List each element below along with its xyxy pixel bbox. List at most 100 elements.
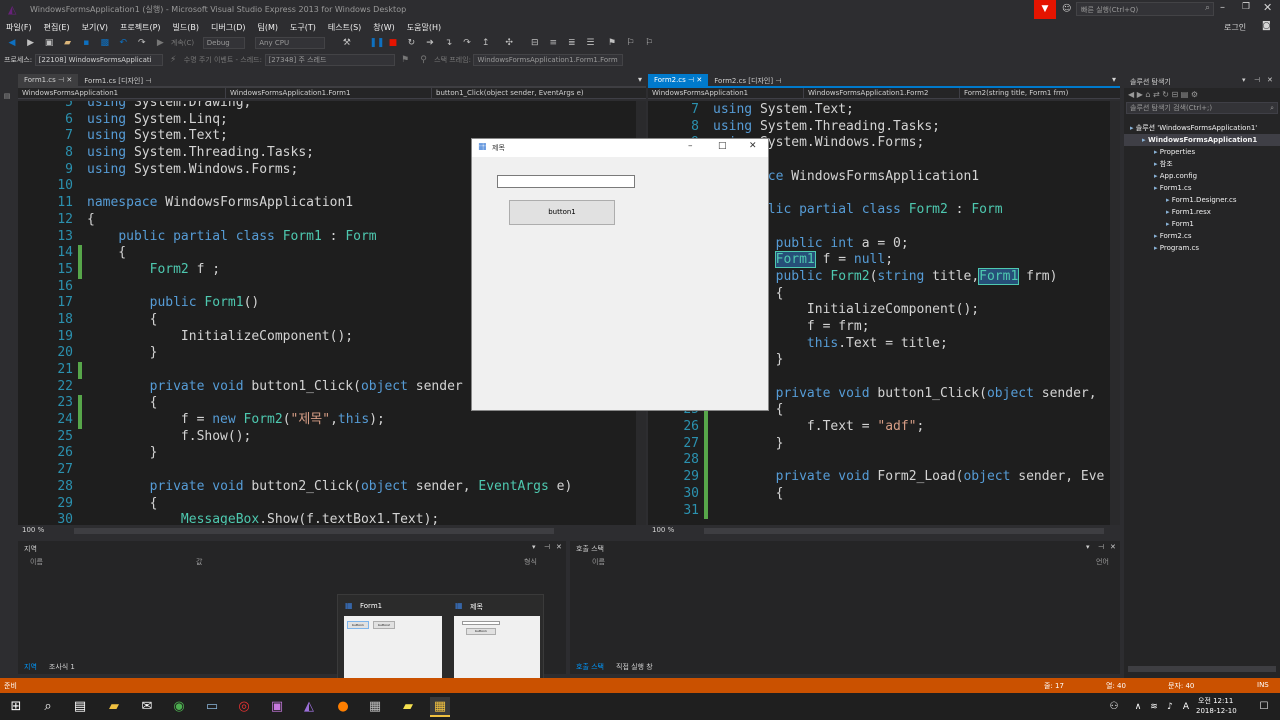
horizontal-scrollbar[interactable] xyxy=(74,528,554,534)
menu-help[interactable]: 도움말(H) xyxy=(401,19,447,36)
member-nav-select[interactable]: Form2(string title, Form1 frm) xyxy=(960,88,1110,98)
solution-search-input[interactable]: 솔루션 탐색기 검색(Ctrl+;) ⌕ xyxy=(1126,102,1278,114)
windows-start-icon[interactable]: ⊞ xyxy=(6,697,26,717)
back-icon[interactable]: ◀ xyxy=(1128,90,1134,99)
open-icon[interactable]: ▰ xyxy=(63,38,73,48)
search-icon[interactable]: ⌕ xyxy=(38,697,58,717)
thread-select[interactable]: [27348] 주 스레드 xyxy=(264,54,395,66)
stack-frame-select[interactable]: WindowsFormsApplication1.Form1.Form xyxy=(473,54,624,66)
show-next-statement-icon[interactable]: ➔ xyxy=(425,38,435,48)
col-language[interactable]: 언어 xyxy=(1090,555,1115,569)
toolbox-strip[interactable]: ▤ xyxy=(0,88,16,128)
pane-menu-icon[interactable]: ▾ xyxy=(1086,543,1090,551)
solution-tree-item[interactable]: ▸ Program.cs xyxy=(1124,242,1280,254)
threads-icon[interactable]: ⊟ xyxy=(530,38,540,48)
feedback-icon[interactable]: ☺ xyxy=(1062,4,1071,14)
sticky-notes-icon[interactable]: ▰ xyxy=(398,697,418,717)
solution-tree-item[interactable]: ▸ Form1.cs xyxy=(1124,182,1280,194)
member-nav-select[interactable]: button1_Click(object sender, EventArgs e… xyxy=(432,88,632,98)
collapse-icon[interactable]: ⊟ xyxy=(1172,90,1179,99)
attach-icon[interactable]: ⚒ xyxy=(342,38,352,48)
hex-icon[interactable]: ✣ xyxy=(504,38,514,48)
menu-window[interactable]: 창(W) xyxy=(367,19,401,36)
comment-icon[interactable]: ≣ xyxy=(567,38,577,48)
prev-bookmark-icon[interactable]: ⚐ xyxy=(625,38,635,48)
tab-immediate[interactable]: 직접 실행 창 xyxy=(610,660,659,674)
form-textbox[interactable] xyxy=(497,175,635,188)
record-app-icon[interactable]: ◎ xyxy=(234,697,254,717)
orange-app-icon[interactable]: ● xyxy=(333,697,353,717)
col-name[interactable]: 이름 xyxy=(586,555,611,569)
tab-overflow-icon[interactable]: ▾ xyxy=(638,75,642,84)
solution-tree-item[interactable]: ▸ App.config xyxy=(1124,170,1280,182)
project-nav-select[interactable]: WindowsFormsApplication1 xyxy=(648,88,804,98)
tab-form2-cs[interactable]: Form2.cs ⊣ ✕ xyxy=(648,74,709,88)
close-icon[interactable]: ✕ xyxy=(556,543,562,551)
zoom-level[interactable]: 100 % xyxy=(652,526,674,534)
close-icon[interactable]: ✕ xyxy=(696,76,702,84)
vertical-scrollbar[interactable] xyxy=(1110,101,1120,525)
continue-icon[interactable]: ▶ xyxy=(155,38,165,48)
pin-icon[interactable]: ⊣ xyxy=(58,76,64,84)
platform-select[interactable]: Any CPU xyxy=(255,37,326,49)
stop-icon[interactable]: ■ xyxy=(388,38,398,48)
solution-tree-item[interactable]: ▸ Form1 xyxy=(1124,218,1280,230)
quick-launch-input[interactable]: 빠른 실행(Ctrl+Q) ⌕ xyxy=(1076,2,1214,16)
step-over-icon[interactable]: ↷ xyxy=(462,38,472,48)
forward-icon[interactable]: ▶ xyxy=(26,38,36,48)
restore-button[interactable]: ❐ xyxy=(1242,2,1250,12)
lifecycle-icon[interactable]: ⚡ xyxy=(168,55,178,65)
image-app-icon[interactable]: ▦ xyxy=(365,697,385,717)
pane-menu-icon[interactable]: ▾ xyxy=(1242,76,1246,84)
filter-icon[interactable]: ⚲ xyxy=(419,55,429,65)
clock-time[interactable]: 오전 12:11 xyxy=(1198,696,1233,706)
refresh-icon[interactable]: ↻ xyxy=(1162,90,1169,99)
home-icon[interactable]: ⌂ xyxy=(1145,90,1150,99)
menu-debug[interactable]: 디버그(D) xyxy=(205,19,251,36)
process-select[interactable]: [22108] WindowsFormsApplicati xyxy=(34,54,163,66)
form-button1[interactable]: button1 xyxy=(509,200,615,225)
pane-menu-icon[interactable]: ▾ xyxy=(532,543,536,551)
undo-icon[interactable]: ↶ xyxy=(118,38,128,48)
horizontal-scrollbar[interactable] xyxy=(704,528,1104,534)
solution-tree-item[interactable]: ▸ 참조 xyxy=(1124,158,1280,170)
menu-team[interactable]: 팀(M) xyxy=(252,19,285,36)
config-select[interactable]: Debug xyxy=(202,37,245,49)
close-icon[interactable]: ✕ xyxy=(66,76,72,84)
pin-icon[interactable]: ⊣ xyxy=(145,77,151,85)
pause-icon[interactable]: ❚❚ xyxy=(369,38,384,48)
pin-icon[interactable]: ⊣ xyxy=(775,77,781,85)
redo-icon[interactable]: ↷ xyxy=(137,38,147,48)
project-nav-select[interactable]: WindowsFormsApplication1 xyxy=(18,88,226,98)
solution-tree-item[interactable]: ▸ 솔루션 'WindowsFormsApplication1' xyxy=(1124,122,1280,134)
menu-view[interactable]: 보기(V) xyxy=(76,19,114,36)
visual-studio-icon[interactable]: ◭ xyxy=(299,697,319,717)
tab-form1-design[interactable]: Form1.cs [디자인] ⊣ xyxy=(78,74,157,88)
next-bookmark-icon[interactable]: ⚐ xyxy=(644,38,654,48)
chrome-icon[interactable]: ◉ xyxy=(169,697,189,717)
menu-tools[interactable]: 도구(T) xyxy=(284,19,322,36)
close-icon[interactable]: ✕ xyxy=(1267,76,1273,84)
notifications-icon[interactable]: ☐ xyxy=(1254,697,1274,717)
running-form-window[interactable]: ▦ 제목 – □ ✕ button1 xyxy=(471,138,769,411)
tab-overflow-icon[interactable]: ▾ xyxy=(1112,75,1116,84)
menu-test[interactable]: 테스트(S) xyxy=(322,19,367,36)
ime-icon[interactable]: A xyxy=(1176,697,1196,717)
menu-build[interactable]: 빌드(B) xyxy=(167,19,205,36)
tab-form2-design[interactable]: Form2.cs [디자인] ⊣ xyxy=(708,74,787,88)
mail-icon[interactable]: ✉ xyxy=(137,697,157,717)
pin-icon[interactable]: ⊣ xyxy=(544,543,550,551)
file-explorer-icon[interactable]: ▰ xyxy=(104,697,124,717)
bookmark-icon[interactable]: ⚑ xyxy=(607,38,617,48)
pin-icon[interactable]: ⊣ xyxy=(1254,76,1260,84)
continue-label[interactable]: 계속(C) xyxy=(171,39,194,47)
col-value[interactable]: 값 xyxy=(190,555,208,569)
tab-watch1[interactable]: 조사식 1 xyxy=(43,660,81,674)
pin-icon[interactable]: ⊣ xyxy=(1098,543,1104,551)
tab-locals[interactable]: 지역 xyxy=(18,660,43,674)
forward-icon[interactable]: ▶ xyxy=(1137,90,1143,99)
col-name[interactable]: 이름 xyxy=(24,555,49,569)
solution-tree-item[interactable]: ▸ WindowsFormsApplication1 xyxy=(1124,134,1280,146)
show-all-icon[interactable]: ▤ xyxy=(1181,90,1189,99)
restart-icon[interactable]: ↻ xyxy=(406,38,416,48)
